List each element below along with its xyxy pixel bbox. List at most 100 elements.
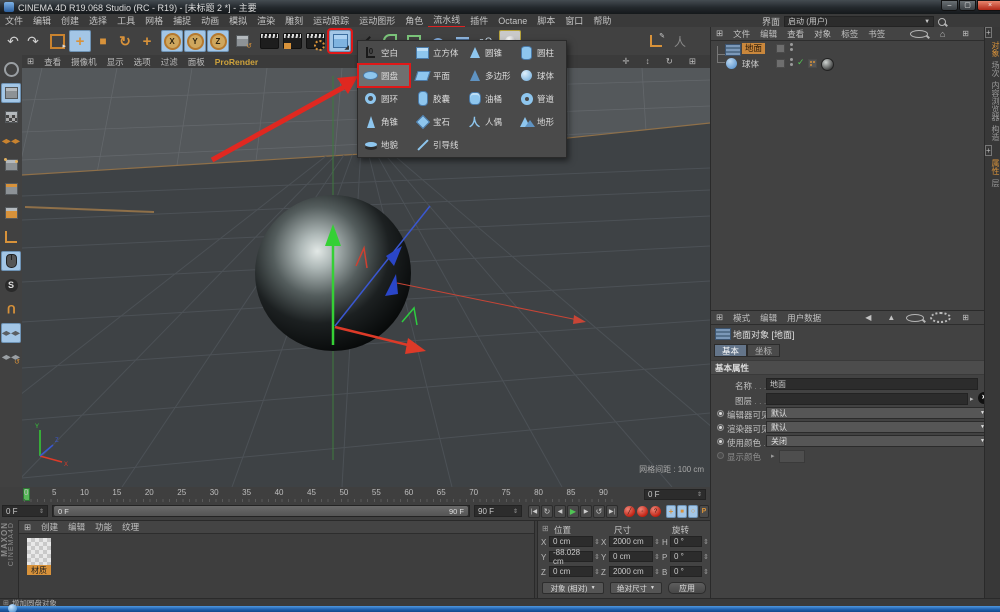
attr-search-icon[interactable] bbox=[906, 314, 924, 322]
workplane-align-icon[interactable]: ◆◆↺ bbox=[1, 347, 21, 367]
primitive-item-oiltank[interactable]: 油桶 bbox=[462, 87, 514, 110]
dock-add-icon-2[interactable]: + bbox=[985, 145, 992, 156]
tab-basic[interactable]: 基本 bbox=[714, 344, 747, 357]
om-expand-icon[interactable]: ⊞ bbox=[957, 29, 974, 38]
rot-b-field[interactable]: 0 ° bbox=[670, 566, 702, 577]
name-field[interactable]: 地面 bbox=[766, 378, 978, 390]
editor-visibility-radio[interactable] bbox=[717, 410, 724, 417]
menu-script[interactable]: 脚本 bbox=[532, 14, 560, 27]
rot-h-field[interactable]: 0 ° bbox=[670, 536, 702, 547]
menu-character[interactable]: 角色 bbox=[400, 14, 428, 27]
layer-popup-arrow[interactable]: ▸ bbox=[970, 395, 974, 403]
menu-create[interactable]: 创建 bbox=[56, 14, 84, 27]
sphere-visibility-dots[interactable] bbox=[790, 58, 793, 61]
primitive-item-landscape[interactable]: 地形 bbox=[514, 110, 566, 133]
primitive-item-null[interactable]: 0空白 bbox=[358, 41, 410, 64]
om-menu-view[interactable]: 查看 bbox=[782, 28, 809, 40]
size-z-field[interactable]: 2000 cm bbox=[609, 566, 653, 577]
primitive-item-relief[interactable]: 地貌 bbox=[358, 133, 410, 156]
sphere-enabled-check[interactable]: ✓ bbox=[797, 57, 805, 68]
floor-layer-tag[interactable] bbox=[776, 44, 785, 53]
next-frame-button[interactable]: ▶ bbox=[580, 505, 592, 518]
primitive-item-cone[interactable]: 圆锥 bbox=[462, 41, 514, 64]
mat-menu-texture[interactable]: 纹理 bbox=[117, 521, 144, 533]
loop-button[interactable]: ↺ bbox=[593, 505, 605, 518]
z-axis-lock-icon[interactable]: Z bbox=[207, 30, 229, 52]
object-row-floor[interactable]: 地面 bbox=[742, 43, 765, 54]
panel-grid-icon[interactable]: ⊞ bbox=[539, 524, 552, 533]
vp-zoom-icon[interactable]: ↕ bbox=[641, 56, 655, 67]
tab-takes[interactable]: 场次 bbox=[985, 61, 1000, 77]
undo-icon[interactable]: ↶ bbox=[2, 30, 24, 52]
material-name-label[interactable]: 材质 bbox=[27, 565, 51, 575]
live-selection-icon[interactable]: ▸ bbox=[46, 30, 68, 52]
scale-tool-icon[interactable]: ■ bbox=[92, 30, 114, 52]
pos-x-field[interactable]: 0 cm bbox=[549, 536, 593, 547]
points-mode-icon[interactable] bbox=[1, 155, 21, 175]
goto-start-button[interactable]: |◀ bbox=[528, 505, 540, 518]
primitive-item-gem[interactable]: 宝石 bbox=[410, 110, 462, 133]
primitive-item-capsule[interactable]: 胶囊 bbox=[410, 87, 462, 110]
menu-pipeline[interactable]: 流水线 bbox=[428, 13, 465, 28]
play-backwards-button[interactable]: ↻ bbox=[541, 505, 553, 518]
primitive-item-tube[interactable]: 管道 bbox=[514, 87, 566, 110]
floor-visibility-dots[interactable] bbox=[790, 43, 793, 46]
timeline-ruler[interactable]: 0510 152025 303540 455055 606570 758085 … bbox=[0, 487, 710, 504]
key-rotation-button[interactable]: ○ bbox=[688, 505, 698, 518]
om-home-icon[interactable]: ⌂ bbox=[935, 29, 950, 39]
menu-mesh[interactable]: 网格 bbox=[140, 14, 168, 27]
edges-mode-icon[interactable] bbox=[1, 179, 21, 199]
primitive-item-cube[interactable]: 立方体 bbox=[410, 41, 462, 64]
display-color-swatch[interactable] bbox=[779, 450, 805, 463]
enable-axis-icon[interactable] bbox=[1, 227, 21, 247]
magnet-icon[interactable]: U bbox=[1, 299, 21, 319]
primitive-item-disc[interactable]: 圆盘 bbox=[358, 64, 410, 87]
tab-objects[interactable]: 对象 bbox=[985, 41, 1000, 57]
record-keyframe-button[interactable]: ╱ bbox=[624, 506, 635, 517]
vp-menu-cameras[interactable]: 摄像机 bbox=[66, 56, 102, 68]
vp-menu-filter[interactable]: 过滤 bbox=[156, 56, 183, 68]
make-editable-icon[interactable] bbox=[1, 59, 21, 79]
play-button[interactable]: ▶ bbox=[567, 505, 579, 518]
menu-snap[interactable]: 捕捉 bbox=[168, 14, 196, 27]
sphere-phong-tag[interactable] bbox=[808, 59, 817, 68]
vp-menu-panel[interactable]: 面板 bbox=[183, 56, 210, 68]
size-mode-dropdown[interactable]: 绝对尺寸▼ bbox=[610, 582, 662, 594]
close-button[interactable]: × bbox=[977, 0, 1000, 11]
editor-visibility-dropdown[interactable]: 默认▼ bbox=[766, 407, 990, 419]
primitive-item-sphere[interactable]: 球体 bbox=[514, 64, 566, 87]
key-scale-button[interactable]: ■ bbox=[677, 505, 687, 518]
attr-gear-icon[interactable] bbox=[930, 312, 951, 323]
keyframe-selection-button[interactable]: ? bbox=[650, 506, 661, 517]
primitive-item-torus[interactable]: 圆环 bbox=[358, 87, 410, 110]
menu-sculpt[interactable]: 雕刻 bbox=[280, 14, 308, 27]
floor-object-icon[interactable] bbox=[725, 44, 741, 56]
primitive-item-plane[interactable]: 平面 bbox=[410, 64, 462, 87]
y-axis-lock-icon[interactable]: Y bbox=[184, 30, 206, 52]
attr-menu-mode[interactable]: 模式 bbox=[728, 312, 755, 324]
menu-render[interactable]: 渲染 bbox=[252, 14, 280, 27]
dock-add-icon[interactable]: + bbox=[985, 27, 992, 38]
maximize-button[interactable]: ▢ bbox=[959, 0, 976, 11]
mat-menu-edit[interactable]: 编辑 bbox=[63, 521, 90, 533]
apply-button[interactable]: 应用 bbox=[668, 582, 706, 594]
minimize-button[interactable]: – bbox=[941, 0, 958, 11]
figure-tool-icon[interactable]: 人 bbox=[669, 30, 691, 52]
sphere-object-icon[interactable] bbox=[726, 58, 737, 69]
primitive-item-guide[interactable]: 引导线 bbox=[410, 133, 462, 156]
interface-dropdown[interactable]: 启动 (用户)▼ bbox=[784, 16, 934, 27]
rotate-tool-icon[interactable]: ↻ bbox=[114, 30, 136, 52]
previous-frame-button[interactable]: ◀ bbox=[554, 505, 566, 518]
windows-taskbar[interactable] bbox=[0, 606, 1000, 612]
tab-layers[interactable]: 层 bbox=[985, 179, 1000, 187]
panel-grid-icon[interactable]: ⊞ bbox=[711, 312, 728, 323]
frame-range-slider[interactable]: 0 F 90 F bbox=[52, 505, 470, 517]
menu-tools[interactable]: 工具 bbox=[112, 14, 140, 27]
workplane-lock-icon[interactable]: ◆◆ bbox=[1, 323, 21, 343]
tab-content-browser[interactable]: 内容浏览器 bbox=[985, 81, 1000, 121]
attr-menu-userdata[interactable]: 用户数据 bbox=[782, 312, 826, 324]
viewport-solo-icon[interactable] bbox=[1, 251, 21, 271]
material-thumbnail[interactable] bbox=[27, 538, 51, 565]
primitive-item-polygon[interactable]: 多边形 bbox=[462, 64, 514, 87]
model-mode-icon[interactable] bbox=[1, 83, 21, 103]
